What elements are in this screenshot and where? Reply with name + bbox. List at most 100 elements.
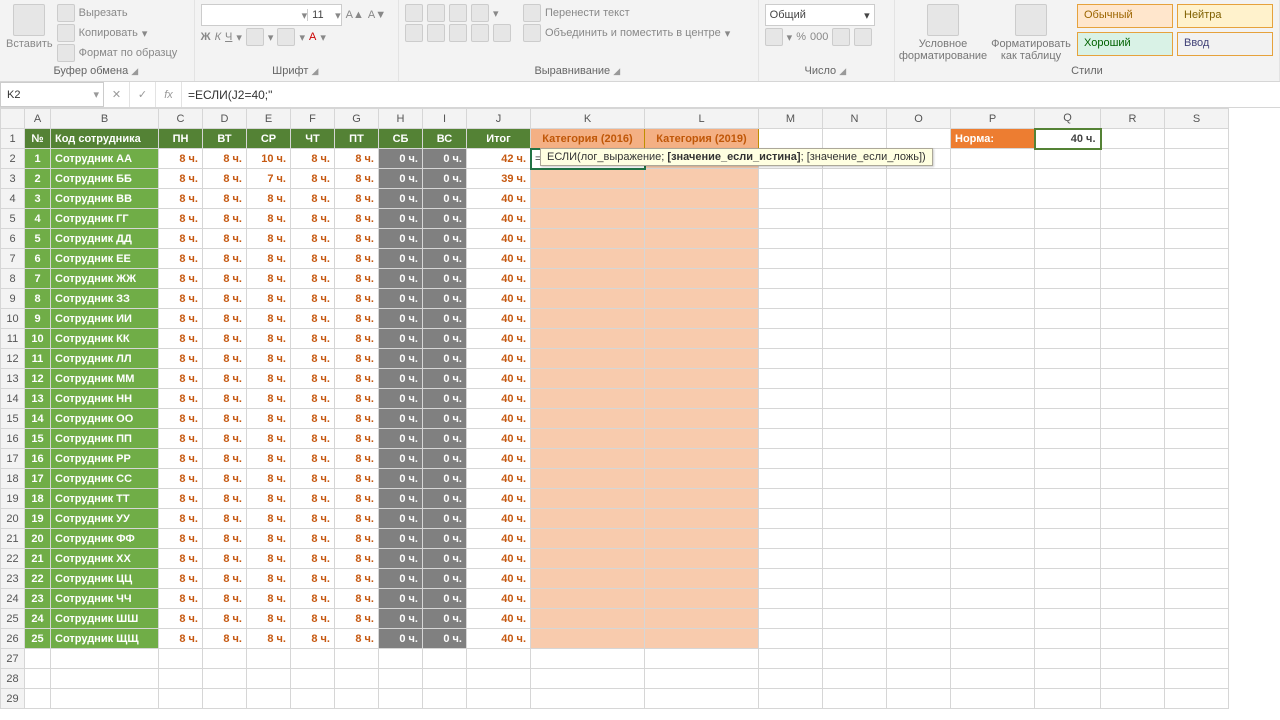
cell[interactable]: 8 ч. [247, 349, 291, 369]
cell[interactable]: 2 [25, 169, 51, 189]
cell[interactable] [759, 549, 823, 569]
cell[interactable] [645, 169, 759, 189]
cell[interactable]: 8 ч. [291, 189, 335, 209]
cell[interactable]: 0 ч. [423, 269, 467, 289]
cell[interactable]: 8 ч. [335, 629, 379, 649]
increase-decimal-icon[interactable] [832, 28, 850, 46]
col-header-P[interactable]: P [951, 109, 1035, 129]
cell[interactable] [247, 689, 291, 709]
cell[interactable] [645, 449, 759, 469]
cell[interactable] [1165, 629, 1229, 649]
col-header-L[interactable]: L [645, 109, 759, 129]
cell[interactable]: Сотрудник ЛЛ [51, 349, 159, 369]
cell[interactable]: 8 ч. [335, 409, 379, 429]
cell[interactable]: 8 ч. [203, 349, 247, 369]
cell[interactable] [887, 309, 951, 329]
cell[interactable] [887, 569, 951, 589]
cell[interactable]: 42 ч. [467, 149, 531, 169]
cell[interactable]: 8 ч. [203, 409, 247, 429]
cell[interactable]: 8 ч. [247, 389, 291, 409]
cell[interactable] [25, 689, 51, 709]
cell[interactable]: 8 ч. [335, 309, 379, 329]
cell[interactable] [1101, 149, 1165, 169]
cancel-edit-button[interactable]: ✕ [104, 82, 130, 107]
cell[interactable] [1035, 689, 1101, 709]
cell[interactable] [531, 489, 645, 509]
cell[interactable]: 8 ч. [335, 589, 379, 609]
cell[interactable] [823, 609, 887, 629]
cell[interactable]: 8 ч. [291, 149, 335, 169]
cell[interactable] [335, 689, 379, 709]
cell[interactable]: Сотрудник ЧЧ [51, 589, 159, 609]
cell-style-good[interactable]: Хороший [1077, 32, 1173, 56]
cell[interactable] [291, 689, 335, 709]
cell[interactable] [887, 549, 951, 569]
cell[interactable] [531, 589, 645, 609]
cell[interactable]: 8 ч. [159, 209, 203, 229]
cell[interactable] [1035, 249, 1101, 269]
cell[interactable] [531, 509, 645, 529]
cell[interactable]: 39 ч. [467, 169, 531, 189]
cell[interactable]: Сотрудник ХХ [51, 549, 159, 569]
cell[interactable]: 8 ч. [291, 269, 335, 289]
cell[interactable]: 0 ч. [379, 629, 423, 649]
cell[interactable]: 8 ч. [291, 509, 335, 529]
cell[interactable]: 0 ч. [423, 189, 467, 209]
cell[interactable]: 9 [25, 309, 51, 329]
norma-value-cell[interactable]: 40 ч. [1035, 129, 1101, 149]
cell[interactable]: 8 ч. [247, 589, 291, 609]
cell[interactable]: 8 ч. [335, 269, 379, 289]
cell[interactable] [1101, 609, 1165, 629]
underline-button[interactable]: Ч [225, 31, 232, 43]
cell[interactable] [531, 249, 645, 269]
cell[interactable]: 0 ч. [423, 509, 467, 529]
cell[interactable]: 8 ч. [203, 589, 247, 609]
cell[interactable] [1165, 669, 1229, 689]
cell[interactable]: 8 ч. [159, 149, 203, 169]
cell[interactable] [379, 649, 423, 669]
row-header-23[interactable]: 23 [1, 569, 25, 589]
cell[interactable]: 40 ч. [467, 509, 531, 529]
cell[interactable]: 1 [25, 149, 51, 169]
cell[interactable] [1165, 649, 1229, 669]
cell[interactable] [823, 169, 887, 189]
cell[interactable]: 8 ч. [247, 429, 291, 449]
cell[interactable] [887, 529, 951, 549]
cell[interactable] [823, 309, 887, 329]
cell[interactable]: 8 ч. [291, 489, 335, 509]
cell[interactable] [951, 269, 1035, 289]
cell[interactable]: 0 ч. [423, 469, 467, 489]
cell[interactable] [759, 529, 823, 549]
cell[interactable] [951, 609, 1035, 629]
cell[interactable] [823, 189, 887, 209]
cell[interactable] [887, 189, 951, 209]
cell[interactable]: 8 ч. [203, 389, 247, 409]
cell[interactable]: ВТ [203, 129, 247, 149]
cell[interactable] [1101, 589, 1165, 609]
cell[interactable]: 25 [25, 629, 51, 649]
cell[interactable]: 8 ч. [203, 189, 247, 209]
cell[interactable]: 8 ч. [159, 409, 203, 429]
cell[interactable] [1035, 549, 1101, 569]
cell[interactable] [159, 689, 203, 709]
cell[interactable]: 40 ч. [467, 189, 531, 209]
cell[interactable]: 8 ч. [247, 249, 291, 269]
cell[interactable] [1165, 469, 1229, 489]
cell[interactable] [467, 649, 531, 669]
cell[interactable] [467, 669, 531, 689]
cell[interactable] [1101, 669, 1165, 689]
cell[interactable]: 8 ч. [247, 369, 291, 389]
cell[interactable] [887, 429, 951, 449]
row-header-12[interactable]: 12 [1, 349, 25, 369]
cell[interactable] [823, 269, 887, 289]
cell[interactable]: СР [247, 129, 291, 149]
row-header-22[interactable]: 22 [1, 549, 25, 569]
cell[interactable]: Итог [467, 129, 531, 149]
cell[interactable] [887, 349, 951, 369]
cell[interactable]: 8 ч. [335, 169, 379, 189]
cell[interactable] [887, 229, 951, 249]
cell[interactable]: 40 ч. [467, 249, 531, 269]
cell[interactable]: 15 [25, 429, 51, 449]
cell[interactable] [951, 429, 1035, 449]
cell[interactable]: 8 ч. [159, 549, 203, 569]
